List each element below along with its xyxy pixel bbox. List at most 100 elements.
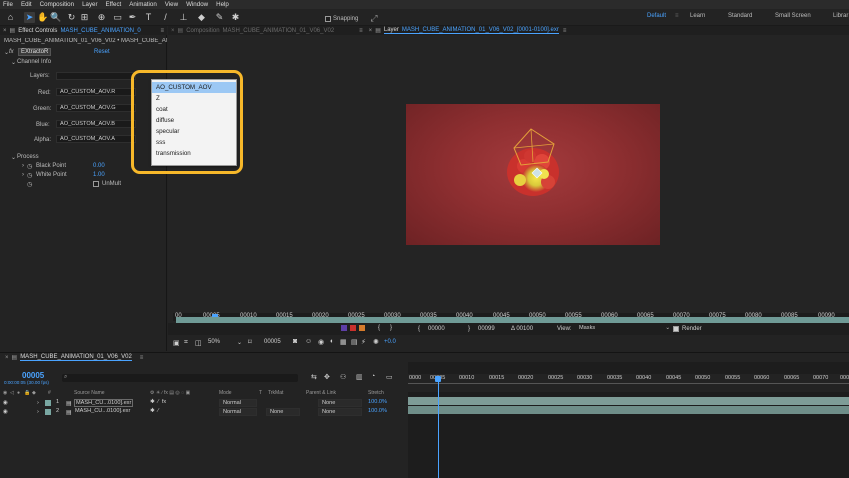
layer-switch-icons[interactable]: ✱ ∕ — [150, 408, 159, 414]
timecode-display[interactable]: 00005 — [22, 371, 44, 380]
color-manage-icon[interactable]: ◐ — [330, 338, 334, 345]
menu-edit[interactable]: Edit — [21, 1, 32, 8]
white-point-expand-icon[interactable]: › — [22, 172, 24, 178]
exposure-value[interactable]: +0.0 — [384, 339, 396, 345]
effect-controls-tab[interactable]: × ▤ Effect Controls MASH_CUBE_ANIMATION_… — [0, 26, 167, 35]
stopwatch-icon[interactable]: ◷ — [27, 172, 32, 179]
dropdown-item[interactable]: diffuse — [152, 115, 236, 126]
roto-brush-tool-icon[interactable]: ✎ — [214, 12, 225, 23]
view-dropdown[interactable]: Masks ⌄ — [576, 325, 672, 333]
zoom-dropdown[interactable]: 50% ⌄ — [208, 339, 242, 347]
text-tool-icon[interactable]: T — [143, 12, 154, 23]
close-tab-icon[interactable]: × — [171, 28, 175, 34]
home-icon[interactable]: ⌂ — [5, 12, 16, 23]
layer-expand-icon[interactable]: › — [37, 400, 39, 406]
panel-lock-icon[interactable]: ▤ — [12, 354, 18, 361]
composition-tab-prefix[interactable]: Composition — [186, 28, 219, 34]
workspace-learn[interactable]: Learn — [690, 13, 705, 19]
workspace-library[interactable]: Librar — [833, 13, 848, 19]
layers-dropdown[interactable] — [56, 72, 136, 80]
clone-stamp-tool-icon[interactable]: ⊥ — [178, 12, 189, 23]
shy-layers-icon[interactable]: ⚇ — [340, 373, 346, 381]
white-point-value[interactable]: 1.00 — [93, 172, 105, 178]
transparency-grid-icon[interactable]: ▦ — [340, 338, 347, 346]
layer-tab[interactable]: Layer MASH_CUBE_ANIMATION_01_V06_V02_[00… — [383, 27, 559, 34]
rotate-tool-icon[interactable]: ↻ — [66, 12, 77, 23]
workspace-default[interactable]: Default — [647, 13, 666, 19]
layer-switch-icons[interactable]: ✱ ∕ fx — [150, 399, 166, 405]
dropdown-item[interactable]: sss — [152, 137, 236, 148]
dropdown-item[interactable]: Z — [152, 93, 236, 104]
timeline-search-input[interactable]: ⌕ — [62, 374, 298, 382]
composition-mini-flowchart-icon[interactable]: ⇆ — [311, 373, 317, 381]
viewer-area[interactable] — [168, 35, 849, 333]
timeline-layer-row[interactable]: ◉ › 2 ▤ MASH_CU...0100].exr ✱ ∕ Normal N… — [0, 408, 406, 417]
fx-icon[interactable]: fx — [9, 49, 14, 55]
process-toggle[interactable]: ⌄ — [11, 154, 16, 161]
brush-tool-icon[interactable]: / — [160, 12, 171, 23]
visibility-eye-icon[interactable]: ◉ — [3, 409, 8, 415]
timeline-layer-row[interactable]: ◉ › 1 ▤ MASH_CU...0100].exr ✱ ∕ fx Norma… — [0, 399, 406, 408]
close-tab-icon[interactable]: × — [5, 355, 9, 361]
snapping-toggle[interactable]: Snapping ⤢ — [325, 13, 378, 24]
layer-stretch[interactable]: 100.0% — [368, 408, 387, 414]
effect-name[interactable]: EXtractoR — [18, 48, 52, 56]
draft-3d-icon[interactable]: ✥ — [324, 373, 330, 381]
timeline-time-ruler[interactable]: 0000 00005 00010 00015 00020 00025 00030… — [408, 374, 849, 392]
current-frame-value[interactable]: 00005 — [264, 339, 281, 345]
green-channel-dropdown[interactable]: AO_CUSTOM_AOV.G — [56, 104, 136, 112]
render-checkbox[interactable] — [673, 326, 679, 332]
layer-parent-dropdown[interactable]: None — [318, 408, 362, 416]
layer-expand-icon[interactable]: › — [37, 409, 39, 415]
timeline-track-area[interactable]: 0000 00005 00010 00015 00020 00025 00030… — [408, 362, 849, 478]
fast-preview-icon[interactable]: ⚡ — [361, 338, 366, 346]
snapping-checkbox[interactable] — [325, 15, 331, 22]
source-name-header[interactable]: Source Name — [74, 390, 105, 396]
snapshot-icon[interactable]: ◙ — [293, 338, 297, 345]
guides-icon[interactable]: ▤ — [351, 338, 358, 346]
mask-visibility-icon[interactable]: ⌗ — [184, 339, 188, 347]
camera-tool-icon[interactable]: ⊞ — [79, 12, 90, 23]
black-point-value[interactable]: 0.00 — [93, 163, 105, 169]
color-swatch[interactable] — [359, 325, 365, 331]
layer-bar-1[interactable] — [408, 397, 849, 405]
panel-menu-icon[interactable]: ≡ — [160, 28, 164, 34]
close-tab-icon[interactable]: × — [369, 28, 373, 34]
layer-label-color[interactable] — [45, 409, 51, 415]
menu-effect[interactable]: Effect — [106, 1, 122, 8]
alpha-channel-dropdown[interactable]: AO_CUSTOM_AOV.A — [56, 135, 136, 143]
dropdown-item[interactable]: specular — [152, 126, 236, 137]
workspace-small-screen[interactable]: Small Screen — [775, 13, 811, 19]
set-in-point-icon[interactable]: } — [390, 325, 392, 331]
dropdown-item[interactable]: AO_CUSTOM_AOV — [152, 82, 236, 93]
layer-name[interactable]: MASH_CU...0100].exr — [74, 399, 134, 407]
layer-parent-dropdown[interactable]: None — [318, 399, 362, 407]
menu-view[interactable]: View — [165, 1, 178, 8]
out-bracket-icon[interactable]: } — [468, 326, 470, 332]
color-swatch[interactable] — [341, 325, 347, 331]
resize-icon[interactable]: ⌑ — [248, 338, 252, 346]
panel-lock-icon[interactable]: ▤ — [178, 27, 184, 34]
workspace-menu-icon[interactable]: ≡ — [675, 13, 679, 19]
region-of-interest-icon[interactable]: ◫ — [195, 339, 202, 347]
workspace-standard[interactable]: Standard — [728, 13, 752, 19]
layers-dropdown-menu[interactable]: AO_CUSTOM_AOV Z coat diffuse specular ss… — [151, 79, 237, 166]
layer-trkmat-dropdown[interactable]: None — [266, 408, 300, 416]
channel-info-toggle[interactable]: ⌄ — [11, 59, 16, 66]
layer-bar-2[interactable] — [408, 406, 849, 414]
panel-menu-icon[interactable]: ≡ — [359, 28, 363, 34]
menu-composition[interactable]: Composition — [40, 1, 74, 8]
layer-stretch[interactable]: 100.0% — [368, 399, 387, 405]
show-snapshot-icon[interactable]: ☺ — [305, 338, 312, 345]
menu-animation[interactable]: Animation — [129, 1, 157, 8]
menu-help[interactable]: Help — [216, 1, 229, 8]
in-point-marker-icon[interactable]: { — [378, 325, 380, 331]
panel-lock-icon[interactable]: ▤ — [10, 27, 16, 34]
in-point-value[interactable]: 00000 — [428, 326, 445, 332]
selection-tool-icon[interactable]: ➤ — [24, 12, 35, 23]
reset-button[interactable]: Reset — [94, 49, 110, 55]
shape-tool-icon[interactable]: ▭ — [112, 12, 123, 23]
black-point-expand-icon[interactable]: › — [22, 163, 24, 169]
panel-menu-icon[interactable]: ≡ — [140, 355, 144, 361]
visibility-eye-icon[interactable]: ◉ — [3, 400, 8, 406]
